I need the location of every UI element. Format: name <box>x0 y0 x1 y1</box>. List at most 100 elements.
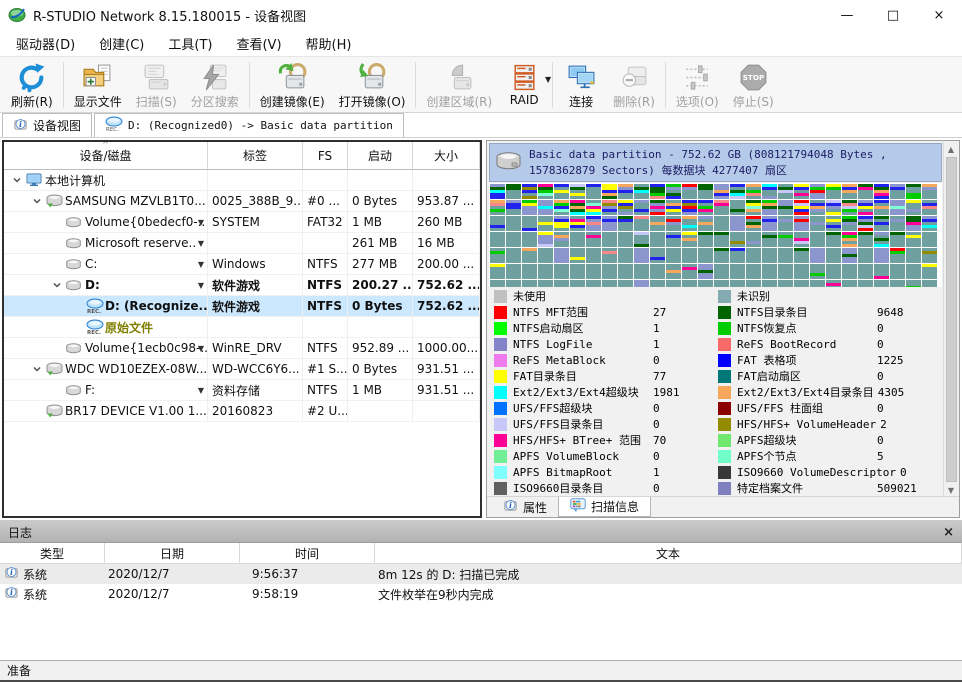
block-cell <box>762 232 777 247</box>
raid-button[interactable]: ▼RAID <box>499 59 549 111</box>
fs-cell: #0 ... <box>303 191 348 211</box>
open-image-button[interactable]: 打开镜像(O) <box>332 59 413 111</box>
device-row[interactable]: REC.原始文件 <box>4 317 480 338</box>
block-stripe <box>650 206 665 209</box>
minimize-button[interactable]: — <box>824 0 870 30</box>
chevron-down-icon[interactable] <box>28 196 46 206</box>
block-cell <box>714 248 729 263</box>
row-dropdown-icon[interactable]: ▼ <box>198 386 204 395</box>
block-cell <box>842 280 857 287</box>
main-area: ^设备/磁盘标签FS启动大小 本地计算机SAMSUNG MZVLB1T0...0… <box>0 138 962 520</box>
block-cell <box>794 200 809 215</box>
device-row[interactable]: REC.D: (Recognize...软件游戏NTFS0 Bytes752.6… <box>4 296 480 317</box>
svg-text:REC.: REC. <box>106 127 119 132</box>
scrollbar-thumb[interactable] <box>946 157 957 482</box>
partition-icon <box>66 343 85 354</box>
chevron-down-icon[interactable] <box>8 175 26 185</box>
block-cell <box>874 184 889 199</box>
block-cell <box>618 248 633 263</box>
block-stripe <box>522 190 537 193</box>
tab-recognized[interactable]: REC.D: (Recognized0) -> Basic data parti… <box>94 113 404 137</box>
device-row[interactable]: SAMSUNG MZVLB1T0...0025_388B_9...#0 ...0… <box>4 191 480 212</box>
block-cell <box>570 264 585 279</box>
block-stripe <box>906 196 921 199</box>
show-files-button[interactable]: 显示文件 <box>67 59 129 111</box>
log-row[interactable]: i系统2020/12/79:56:378m 12s 的 D: 扫描已完成 <box>0 564 962 584</box>
legend-item: UFS/FFS目录条目0 <box>494 416 718 432</box>
block-stripe <box>666 196 681 199</box>
log-column-header-3[interactable]: 文本 <box>375 543 962 563</box>
window-title: R-STUDIO Network 8.15.180015 - 设备视图 <box>33 6 306 25</box>
block-stripe <box>874 238 889 241</box>
column-header-3[interactable]: 启动 <box>348 142 413 169</box>
column-header-4[interactable]: 大小 <box>413 142 480 169</box>
menu-create[interactable]: 创建(C) <box>87 30 156 57</box>
menu-help[interactable]: 帮助(H) <box>294 30 364 57</box>
block-stripe <box>922 206 937 209</box>
tab-device-view[interactable]: i设备视图 <box>2 113 92 137</box>
log-column-header-2[interactable]: 时间 <box>240 543 375 563</box>
create-image-label: 创建镜像(E) <box>260 93 325 110</box>
column-header-2[interactable]: FS <box>303 142 348 169</box>
legend-color-swatch <box>718 306 731 319</box>
device-row[interactable]: WDC WD10EZEX-08W...WD-WCC6Y6...#1 S...0 … <box>4 359 480 380</box>
legend-item: ISO9660目录条目0 <box>494 480 718 496</box>
connect-button[interactable]: 连接 <box>556 59 606 111</box>
delete-button: 删除(R) <box>606 59 662 111</box>
device-row[interactable]: C:▼WindowsNTFS277 MB200.00 ... <box>4 254 480 275</box>
legend-value: 1225 <box>877 354 904 367</box>
device-row[interactable]: Volume{0bedecf0-..▼SYSTEMFAT321 MB260 MB <box>4 212 480 233</box>
block-cell <box>778 232 793 247</box>
tab-properties[interactable]: i属性 <box>492 497 558 517</box>
menu-view[interactable]: 查看(V) <box>224 30 293 57</box>
log-column-header-1[interactable]: 日期 <box>105 543 240 563</box>
row-dropdown-icon[interactable]: ▼ <box>198 239 204 248</box>
row-dropdown-icon[interactable]: ▼ <box>198 260 204 269</box>
refresh-button[interactable]: 刷新(R) <box>4 59 60 111</box>
scroll-up-icon[interactable]: ▲ <box>948 142 954 156</box>
row-dropdown-icon[interactable]: ▼ <box>198 281 204 290</box>
device-row[interactable]: D:▼软件游戏NTFS200.27 ...752.62 ... <box>4 275 480 296</box>
block-cell <box>794 232 809 247</box>
device-row[interactable]: 本地计算机 <box>4 170 480 191</box>
maximize-button[interactable]: □ <box>870 0 916 30</box>
block-stripe <box>906 222 921 225</box>
device-row[interactable]: BR17 DEVICE V1.00 1....20160823#2 U... <box>4 401 480 422</box>
block-stripe <box>682 238 697 241</box>
block-stripe <box>794 248 809 251</box>
block-cell <box>682 216 697 231</box>
block-cell <box>794 184 809 199</box>
log-column-header-0[interactable]: 类型 <box>0 543 105 563</box>
column-header-0[interactable]: ^设备/磁盘 <box>4 142 208 169</box>
rec-icon: REC. <box>105 116 123 135</box>
device-cell: Volume{1ecb0c98-..▼ <box>4 338 208 358</box>
row-dropdown-icon[interactable]: ▼ <box>198 344 204 353</box>
device-row[interactable]: Microsoft reserve..▼261 MB16 MB <box>4 233 480 254</box>
close-button[interactable]: × <box>916 0 962 30</box>
log-row[interactable]: i系统2020/12/79:58:19文件枚举在9秒内完成 <box>0 584 962 604</box>
device-row[interactable]: Volume{1ecb0c98-..▼WinRE_DRVNTFS952.89 .… <box>4 338 480 359</box>
scroll-down-icon[interactable]: ▼ <box>948 483 954 497</box>
dropdown-arrow-icon[interactable]: ▼ <box>545 75 551 84</box>
chevron-down-icon[interactable] <box>48 280 66 290</box>
device-cell: Microsoft reserve..▼ <box>4 233 208 253</box>
block-cell <box>490 280 505 287</box>
recognized-partition-icon: REC. <box>86 298 105 314</box>
block-stripe <box>682 209 697 212</box>
device-row[interactable]: F:▼资料存储NTFS1 MB931.51 ... <box>4 380 480 401</box>
chevron-down-icon[interactable] <box>28 364 46 374</box>
block-cell <box>634 280 649 287</box>
block-cell <box>554 216 569 231</box>
tab-scan-info[interactable]: 扫描信息 <box>558 497 651 517</box>
create-image-button[interactable]: 创建镜像(E) <box>253 59 332 111</box>
block-cell <box>602 184 617 199</box>
block-cell <box>554 248 569 263</box>
block-stripe <box>586 216 601 219</box>
log-close-icon[interactable]: × <box>943 525 954 540</box>
row-dropdown-icon[interactable]: ▼ <box>198 218 204 227</box>
column-header-1[interactable]: 标签 <box>208 142 303 169</box>
menu-drive[interactable]: 驱动器(D) <box>4 30 87 57</box>
scan-block-map[interactable] <box>489 183 942 287</box>
menu-tools[interactable]: 工具(T) <box>156 30 224 57</box>
scan-panel-scrollbar[interactable]: ▲ ▼ <box>943 142 958 497</box>
